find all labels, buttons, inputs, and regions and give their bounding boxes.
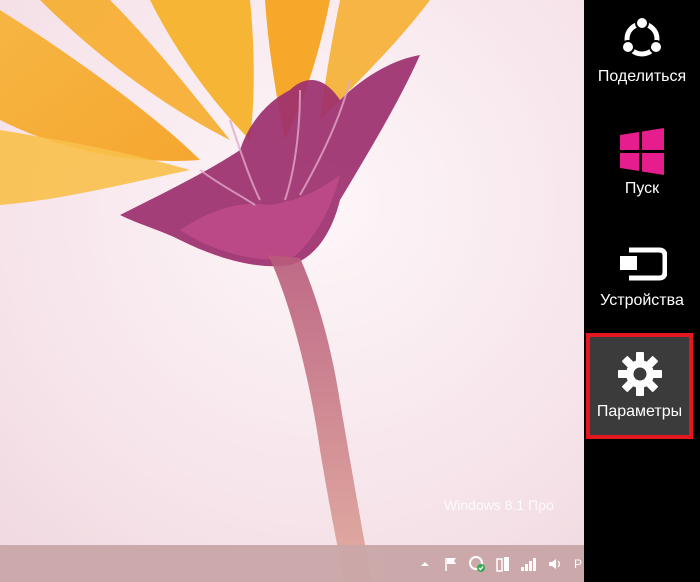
start-charm[interactable]: Пуск: [584, 112, 700, 224]
action-center-flag-icon[interactable]: [442, 555, 460, 573]
language-indicator[interactable]: Р: [574, 557, 582, 571]
devices-charm[interactable]: Устройства: [584, 224, 700, 336]
gear-icon: [613, 347, 667, 401]
system-tray: Р: [416, 545, 584, 582]
flower-wallpaper: [0, 0, 584, 582]
share-charm[interactable]: Поделиться: [584, 0, 700, 112]
signal-bars-icon[interactable]: [520, 555, 538, 573]
devices-icon: [615, 236, 669, 290]
start-charm-label: Пуск: [624, 180, 660, 197]
charms-bar: Поделиться Пуск Устройства Параметры: [584, 0, 700, 582]
volume-icon[interactable]: [546, 555, 564, 573]
show-hidden-icons-arrow-icon[interactable]: [416, 555, 434, 573]
share-icon: [615, 12, 669, 66]
settings-charm[interactable]: Параметры: [586, 333, 693, 439]
settings-charm-label: Параметры: [596, 403, 683, 420]
network-sync-icon[interactable]: [468, 555, 486, 573]
taskbar: Р: [0, 545, 584, 582]
desktop-screen: Windows 8.1 Προ Р Поделиться Пуск Устрой…: [0, 0, 700, 582]
windows-logo-icon: [615, 124, 669, 178]
share-charm-label: Поделиться: [597, 68, 687, 85]
windows-edition-watermark: Windows 8.1 Προ: [444, 497, 554, 513]
devices-charm-label: Устройства: [600, 292, 684, 309]
power-icon[interactable]: [494, 555, 512, 573]
